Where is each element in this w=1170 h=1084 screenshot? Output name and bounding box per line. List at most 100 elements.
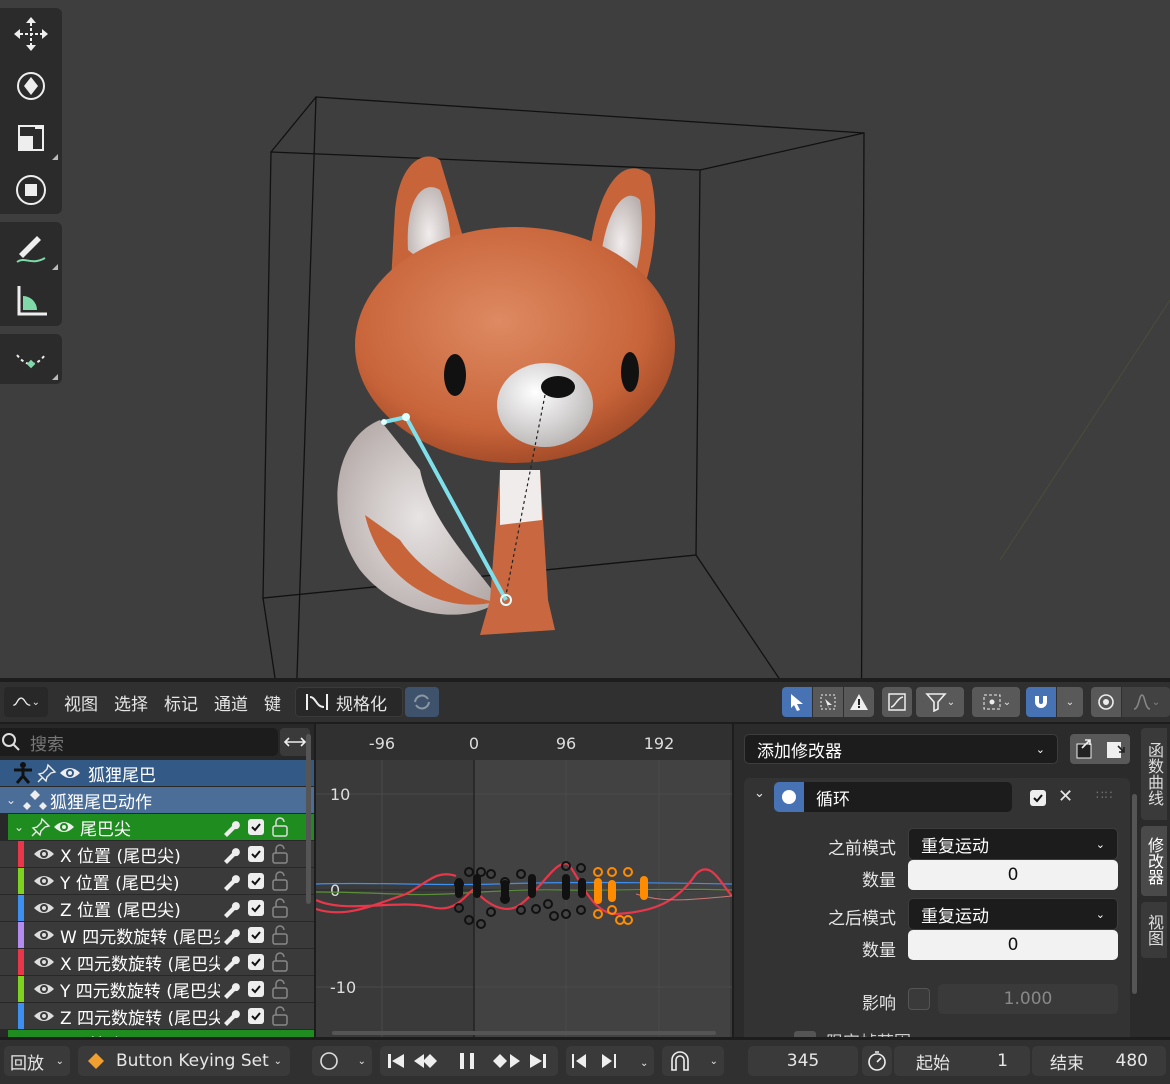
start-frame-field[interactable]: 起始 1 [894, 1046, 1030, 1076]
unlock-icon[interactable] [270, 816, 290, 838]
unlock-icon[interactable] [270, 1005, 290, 1027]
channel-checkbox[interactable] [248, 1008, 264, 1024]
refresh-icon[interactable] [405, 687, 439, 717]
unlock-icon[interactable] [270, 897, 290, 919]
eye-icon[interactable] [32, 924, 56, 946]
eye-icon[interactable] [32, 951, 56, 973]
fcurve-channel[interactable]: Z 四元数旋转 (尾巴尖) [0, 1003, 314, 1029]
channel-checkbox[interactable] [248, 927, 264, 943]
menu-channel[interactable]: 通道 [206, 687, 256, 717]
add-modifier-dropdown[interactable]: 添加修改器 ⌄ [744, 734, 1058, 764]
restrict-range-checkbox[interactable] [794, 1031, 816, 1037]
search-input[interactable]: 搜索 [30, 730, 64, 755]
fcurve-channel[interactable]: Y 位置 (尾巴尖) [0, 868, 314, 894]
copy-icon[interactable] [1074, 738, 1096, 760]
only-selected-icon[interactable] [782, 687, 812, 717]
editor-type-icon[interactable]: ⌄ [4, 687, 48, 717]
eye-icon[interactable] [32, 897, 56, 919]
fcurve-channel[interactable]: W 四元数旋转 (尾巴尖) [0, 922, 314, 948]
move-tool-icon[interactable] [0, 8, 62, 60]
wrench-icon[interactable] [220, 924, 242, 946]
channel-checkbox[interactable] [248, 900, 264, 916]
eye-icon[interactable] [32, 1005, 56, 1027]
channel-checkbox[interactable] [248, 981, 264, 997]
collapse-chevron-icon[interactable]: ⌄ [754, 786, 765, 801]
channel-checkbox[interactable] [248, 846, 264, 862]
snap-mode-dropdown[interactable]: ⌄ [1057, 687, 1083, 717]
tab-fcurve[interactable]: 函数曲线 [1141, 728, 1167, 820]
wrench-icon[interactable] [220, 870, 242, 892]
drag-handle-icon[interactable]: ∷∷ [1096, 788, 1113, 802]
fcurve-channel[interactable]: Z 位置 (尾巴尖) [0, 895, 314, 921]
create-ghost-curves-icon[interactable] [882, 687, 912, 717]
fcurve-channel[interactable]: X 位置 (尾巴尖) [0, 841, 314, 867]
filter-icon[interactable]: ⌄ [916, 687, 964, 717]
channel-object[interactable]: 狐狸尾巴 [0, 760, 314, 786]
proportional-edit-icon[interactable] [1091, 687, 1121, 717]
menu-marker[interactable]: 标记 [156, 687, 206, 717]
modifier-enabled-checkbox[interactable] [1030, 790, 1046, 806]
fcurve-channel[interactable]: Y 四元数旋转 (尾巴尖) [0, 976, 314, 1002]
show-hidden-icon[interactable] [813, 687, 843, 717]
wrench-icon[interactable] [220, 951, 242, 973]
fcurve-channel[interactable]: X 四元数旋转 (尾巴尖) [0, 949, 314, 975]
channel-scrollbar[interactable] [306, 734, 311, 904]
after-count-field[interactable]: 0 [908, 930, 1118, 960]
step-frame-controls[interactable]: ⌄ [566, 1046, 654, 1076]
eye-icon[interactable] [32, 870, 56, 892]
3d-viewport[interactable] [0, 0, 1170, 678]
falloff-icon[interactable]: ⌄ [1122, 687, 1170, 717]
unlock-icon[interactable] [270, 978, 290, 1000]
channel-checkbox[interactable] [248, 873, 264, 889]
wrench-icon[interactable] [220, 843, 242, 865]
scale-tool-icon[interactable] [0, 112, 62, 164]
remove-modifier-icon[interactable]: ✕ [1058, 786, 1073, 807]
tab-modifiers[interactable]: 修改器 [1141, 826, 1167, 896]
rotate-tool-icon[interactable] [0, 60, 62, 112]
influence-checkbox[interactable] [908, 988, 930, 1010]
menu-key[interactable]: 键 [256, 687, 289, 717]
wrench-icon[interactable] [220, 978, 242, 1000]
channel-checkbox[interactable] [248, 954, 264, 970]
normalize-toggle[interactable]: 规格化 [295, 687, 403, 717]
current-frame-field[interactable]: 345 [748, 1046, 858, 1076]
timer-icon[interactable] [862, 1046, 892, 1076]
props-scrollbar[interactable] [1132, 794, 1137, 994]
before-mode-dropdown[interactable]: 重复运动 ⌄ [908, 828, 1118, 860]
curve-tool-icon[interactable] [0, 334, 62, 384]
channel-checkbox[interactable] [248, 819, 264, 835]
wrench-icon[interactable] [220, 1005, 242, 1027]
unlock-icon[interactable] [270, 924, 290, 946]
menu-view[interactable]: 视图 [56, 687, 106, 717]
menu-select[interactable]: 选择 [106, 687, 156, 717]
annotate-tool-icon[interactable] [0, 222, 62, 274]
eye-icon[interactable] [52, 816, 76, 838]
eye-icon[interactable] [32, 843, 56, 865]
playback-dropdown[interactable]: 回放 ⌄ [4, 1046, 70, 1076]
pin-icon[interactable] [30, 816, 52, 838]
influence-field[interactable]: 1.000 [938, 984, 1118, 1014]
unlock-icon[interactable] [270, 843, 290, 865]
unlock-icon[interactable] [270, 870, 290, 892]
tab-view[interactable]: 视图 [1141, 902, 1167, 958]
playback-snap-toggle[interactable]: ⌄ [662, 1046, 724, 1076]
end-frame-field[interactable]: 结束 480 [1032, 1046, 1166, 1076]
unlock-icon[interactable] [270, 951, 290, 973]
paste-icon[interactable] [1104, 738, 1126, 760]
modifier-name-field[interactable]: 循环 [774, 782, 1012, 812]
eye-icon[interactable] [58, 762, 82, 784]
after-mode-dropdown[interactable]: 重复运动 ⌄ [908, 898, 1118, 930]
wrench-icon[interactable] [220, 897, 242, 919]
transform-tool-icon[interactable] [0, 164, 62, 216]
measure-tool-icon[interactable] [0, 274, 62, 326]
pivot-point-icon[interactable]: ⌄ [972, 687, 1020, 717]
channel-group-tail-tip[interactable]: ⌄ 尾巴尖 [8, 814, 314, 840]
channel-group-base[interactable]: 基础 [8, 1030, 314, 1037]
graph-area[interactable]: -96 0 96 192 10 0 -10 [316, 724, 732, 1037]
wrench-icon[interactable] [220, 816, 242, 838]
auto-key-toggle[interactable]: ⌄ [312, 1046, 372, 1076]
pin-icon[interactable] [36, 762, 58, 784]
channel-action[interactable]: ⌄ 狐狸尾巴动作 [0, 787, 314, 813]
keying-set-dropdown[interactable]: Button Keying Set ⌄ [78, 1046, 290, 1076]
only-errors-icon[interactable] [844, 687, 874, 717]
